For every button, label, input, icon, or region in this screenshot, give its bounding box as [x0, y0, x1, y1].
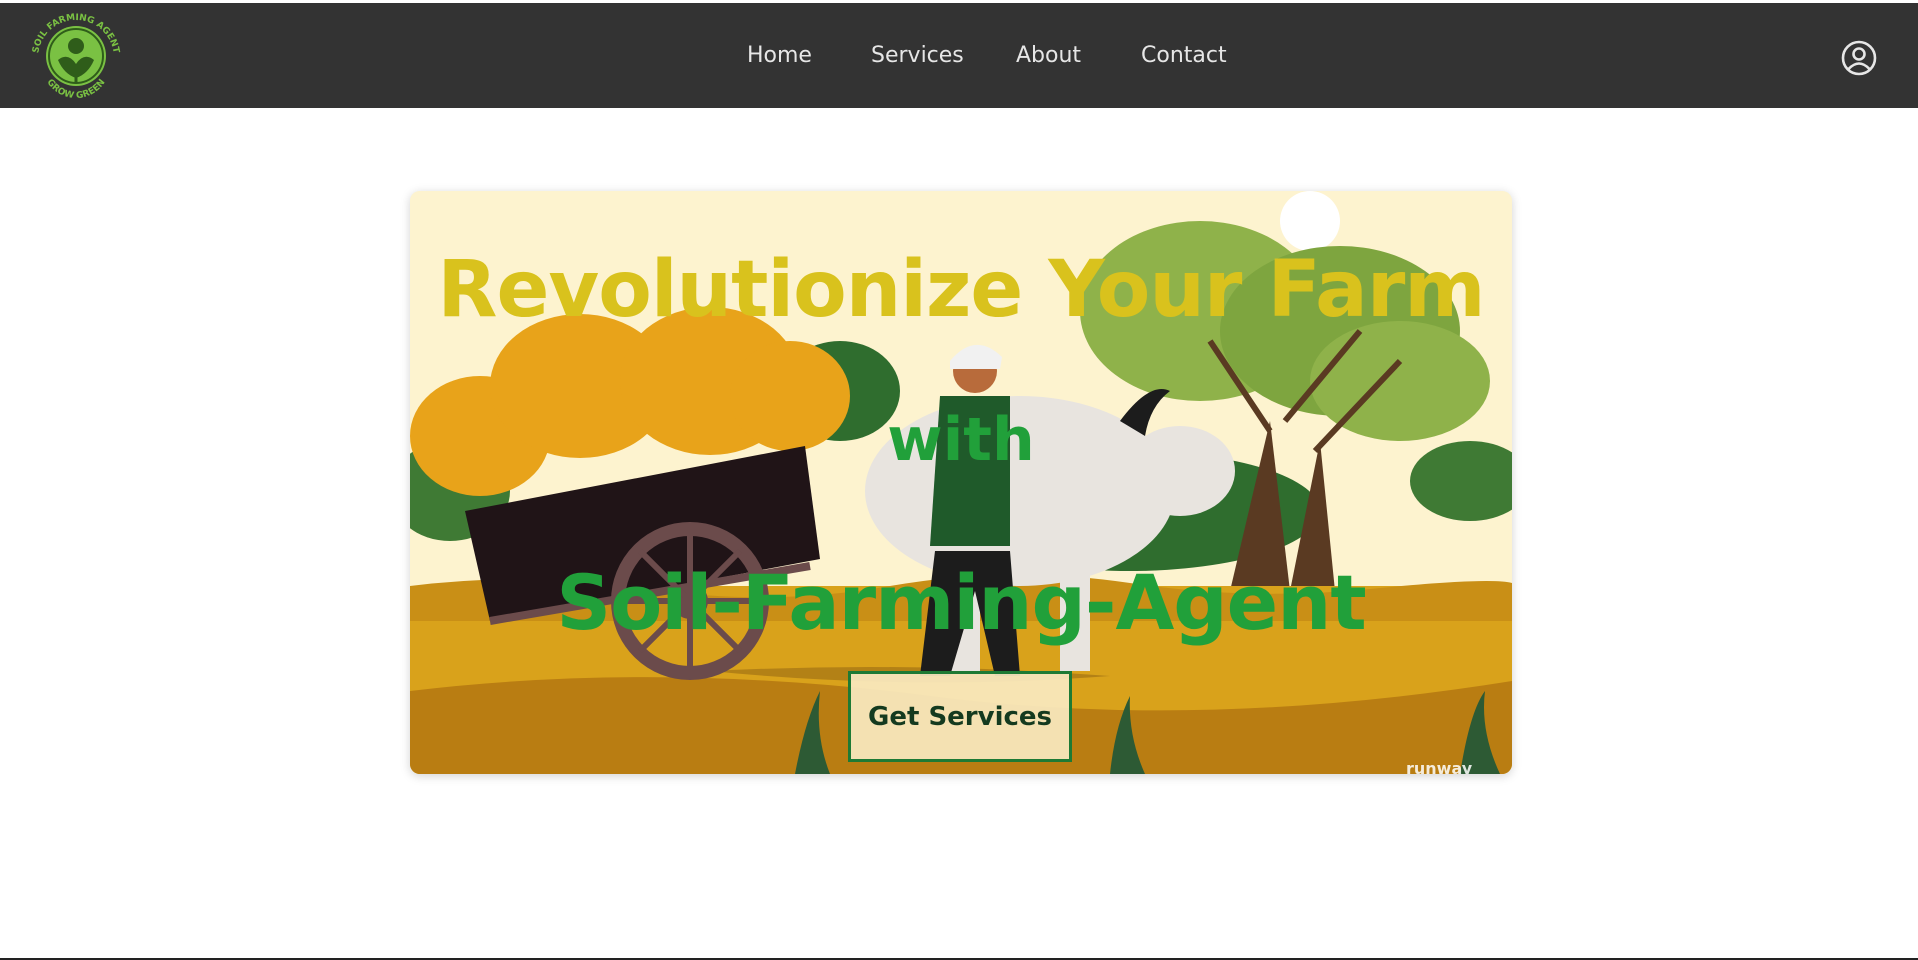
main-nav: Home Services About Contact [0, 3, 1918, 108]
top-navbar: SOIL FARMING AGENT GROW GREEN Home Servi… [0, 3, 1918, 108]
get-services-button[interactable]: Get Services [848, 671, 1072, 762]
nav-services-link[interactable]: Services [871, 43, 964, 68]
nav-home-link[interactable]: Home [747, 43, 812, 68]
user-circle-icon [1841, 40, 1877, 76]
hero-banner: Revolutionize Your Farm with Soil-Farmin… [410, 191, 1512, 774]
hero-headline-line2: with [887, 405, 1035, 475]
nav-about-link[interactable]: About [1016, 43, 1081, 68]
hero-headline-line1: Revolutionize Your Farm [437, 245, 1485, 335]
hero-headline-line3: Soil-Farming-Agent [556, 558, 1366, 647]
nav-contact-link[interactable]: Contact [1141, 43, 1227, 68]
user-account-button[interactable] [1840, 39, 1878, 77]
video-watermark: runway [1406, 759, 1473, 774]
